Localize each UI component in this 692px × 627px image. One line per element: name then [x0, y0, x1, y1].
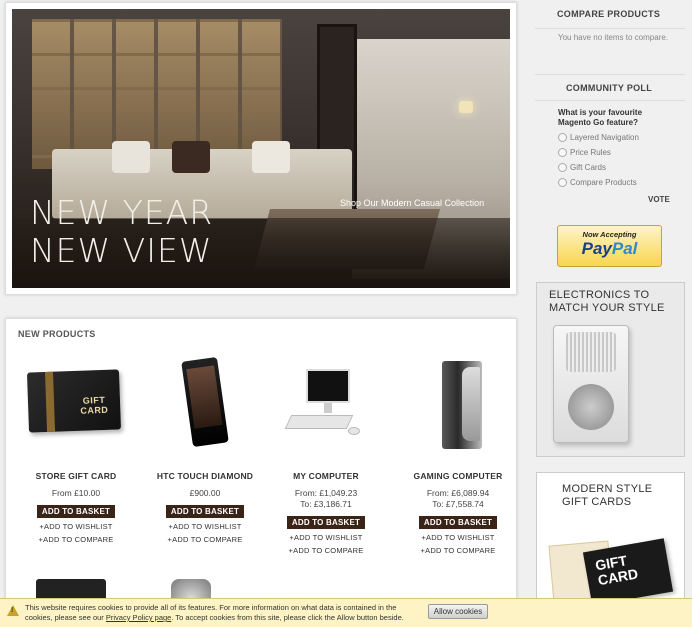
bookshelf: [32, 19, 282, 169]
gift-card-image: GIFT CARD: [26, 369, 122, 433]
ribbon: [44, 371, 56, 432]
monitor: [306, 369, 350, 403]
pillow: [112, 141, 150, 173]
lamp: [459, 101, 473, 113]
monitor-stand: [324, 403, 332, 413]
add-to-basket-button[interactable]: ADD TO BASKET: [418, 516, 498, 529]
hero-banner[interactable]: NEW YEAR NEW VIEW Shop Our Modern Casual…: [5, 2, 517, 295]
paypal-now-accepting: Now Accepting: [582, 230, 637, 239]
radio-image: [553, 325, 629, 443]
add-to-wishlist-link[interactable]: +ADD TO WISHLIST: [398, 533, 518, 542]
dial: [568, 384, 614, 430]
poll-option[interactable]: Layered Navigation: [558, 133, 639, 142]
poll-option[interactable]: Price Rules: [558, 148, 611, 157]
poll-question: What is your favourite Magento Go featur…: [558, 108, 643, 127]
new-products-section: NEW PRODUCTS GIFT CARD STORE GIFT CARD F…: [5, 318, 518, 609]
poll-option-label: Compare Products: [570, 178, 637, 187]
add-to-wishlist-link[interactable]: +ADD TO WISHLIST: [16, 522, 136, 531]
divider: [535, 74, 685, 75]
price-to: To: £3,186.71: [300, 499, 352, 509]
hero-title-line2: NEW VIEW: [30, 231, 213, 270]
block-title: COMPARE PRODUCTS: [557, 9, 661, 19]
ad-title: ELECTRONICS TO MATCH YOUR STYLE: [549, 289, 665, 314]
paypal-logo-pal: Pal: [611, 239, 638, 258]
poll-option[interactable]: Gift Cards: [558, 163, 606, 172]
product-price: From: £1,049.23 To: £3,186.71: [266, 488, 386, 510]
price-to: To: £7,558.74: [432, 499, 484, 509]
warning-icon: [7, 605, 19, 616]
allow-cookies-button[interactable]: Allow cookies: [428, 604, 488, 619]
product-name[interactable]: HTC TOUCH DIAMOND: [145, 471, 265, 481]
cookie-message-text: . To accept cookies from this site, plea…: [171, 613, 404, 622]
product-price: From: £6,089.94 To: £7,558.74: [398, 488, 518, 510]
pillow: [172, 141, 210, 173]
poll-option[interactable]: Compare Products: [558, 178, 637, 187]
product-name[interactable]: MY COMPUTER: [266, 471, 386, 481]
paypal-logo-pay: Pay: [581, 239, 612, 258]
product-name[interactable]: STORE GIFT CARD: [16, 471, 136, 481]
product-price: £900.00: [145, 488, 265, 499]
pillow: [252, 141, 290, 173]
product-image[interactable]: [398, 359, 518, 459]
mouse: [348, 427, 360, 435]
hero-title-line1: NEW YEAR: [30, 193, 214, 232]
product-image[interactable]: GIFT CARD: [16, 359, 136, 459]
poll-option-label: Price Rules: [570, 148, 611, 157]
product-price: From £10.00: [16, 488, 136, 499]
radio-button[interactable]: [558, 163, 567, 172]
add-to-wishlist-link[interactable]: +ADD TO WISHLIST: [145, 522, 265, 531]
hero-title: NEW YEAR NEW VIEW: [30, 194, 213, 270]
hero-image: NEW YEAR NEW VIEW Shop Our Modern Casual…: [12, 9, 510, 288]
paypal-badge[interactable]: Now Accepting PayPal: [557, 225, 662, 267]
electronics-ad[interactable]: ELECTRONICS TO MATCH YOUR STYLE: [536, 282, 685, 457]
radio-button[interactable]: [558, 178, 567, 187]
radio-button[interactable]: [558, 148, 567, 157]
product-card: GIFT CARD STORE GIFT CARD From £10.00 AD…: [16, 359, 136, 544]
price-from: From £10.00: [51, 488, 101, 498]
divider: [535, 100, 685, 101]
divider: [535, 28, 685, 29]
add-to-compare-link[interactable]: +ADD TO COMPARE: [16, 535, 136, 544]
hero-shop-link[interactable]: Shop Our Modern Casual Collection: [340, 198, 484, 208]
price-from: From: £6,089.94: [426, 488, 490, 498]
computer-image: [284, 369, 366, 449]
add-to-compare-link[interactable]: +ADD TO COMPARE: [266, 546, 386, 555]
paypal-logo: PayPal: [558, 239, 661, 259]
product-name[interactable]: GAMING COMPUTER: [398, 471, 518, 481]
add-to-wishlist-link[interactable]: +ADD TO WISHLIST: [266, 533, 386, 542]
compare-products-block: COMPARE PRODUCTS You have no items to co…: [530, 0, 690, 70]
gaming-computer-image: [442, 361, 482, 449]
cookie-message: This website requires cookies to provide…: [25, 603, 415, 623]
add-to-compare-link[interactable]: +ADD TO COMPARE: [398, 546, 518, 555]
gift-card-label: GIFT CARD: [593, 552, 640, 589]
price-from: £900.00: [189, 488, 221, 498]
poll-option-label: Layered Navigation: [570, 133, 639, 142]
cookie-bar: This website requires cookies to provide…: [0, 598, 692, 627]
poll-option-label: Gift Cards: [570, 163, 607, 172]
product-image[interactable]: [266, 359, 386, 459]
add-to-basket-button[interactable]: ADD TO BASKET: [286, 516, 366, 529]
phone-image: [181, 356, 229, 448]
community-poll-block: COMMUNITY POLL What is your favourite Ma…: [530, 74, 690, 214]
radio-button[interactable]: [558, 133, 567, 142]
add-to-compare-link[interactable]: +ADD TO COMPARE: [145, 535, 265, 544]
product-card: HTC TOUCH DIAMOND £900.00 ADD TO BASKET …: [145, 356, 265, 544]
product-card: MY COMPUTER From: £1,049.23 To: £3,186.7…: [266, 359, 386, 555]
speaker-grille: [566, 332, 616, 372]
section-heading: NEW PRODUCTS: [18, 329, 96, 339]
product-card: GAMING COMPUTER From: £6,089.94 To: £7,5…: [398, 359, 518, 555]
gift-cards-ad[interactable]: MODERN STYLE GIFT CARDS GIFT CARD: [536, 472, 685, 608]
add-to-basket-button[interactable]: ADD TO BASKET: [165, 505, 245, 518]
price-from: From: £1,049.23: [294, 488, 358, 498]
compare-empty-text: You have no items to compare.: [558, 33, 668, 42]
ad-title: MODERN STYLE GIFT CARDS: [562, 483, 653, 508]
gift-card-label: GIFT CARD: [80, 394, 109, 416]
privacy-policy-link[interactable]: Privacy Policy page: [106, 613, 171, 622]
vote-button[interactable]: VOTE: [648, 195, 670, 204]
keyboard: [284, 415, 354, 429]
add-to-basket-button[interactable]: ADD TO BASKET: [36, 505, 116, 518]
block-title: COMMUNITY POLL: [566, 83, 653, 93]
product-image[interactable]: [145, 356, 265, 459]
